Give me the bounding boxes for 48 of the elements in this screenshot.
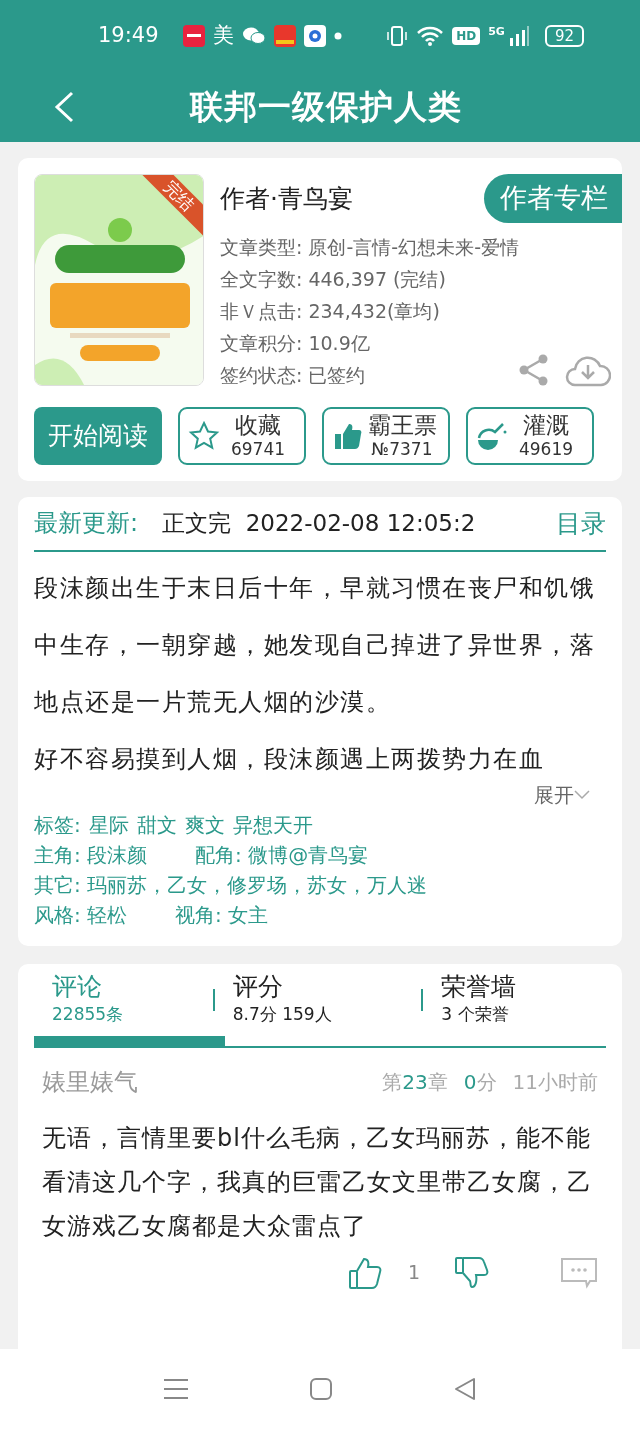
info-line: 文章类型: 原创-言情-幻想未来-爱情 (220, 234, 519, 260)
tag-link[interactable]: 异想天开 (232, 810, 313, 840)
catalog-link[interactable]: 目录 (556, 504, 606, 542)
comment-tab[interactable]: 评分 8.7分 159人 (214, 972, 424, 1028)
battery-indicator: 92 (544, 25, 584, 47)
detail-text: 风格: 轻松 (34, 902, 128, 929)
detail-text: 视角: 女主 (175, 902, 269, 929)
author-name: 作者·青鸟宴 (220, 182, 353, 215)
info-line: 签约状态: 已签约 (220, 362, 367, 388)
author-column-button[interactable]: 作者专栏 (484, 174, 622, 223)
comment-tab[interactable]: 评论 22855条 (34, 972, 215, 1028)
comment-text: 无语，言情里要bl什么毛病，乙女玛丽苏，能不能看清这几个字，我真的巨雷乙女文里带乙女腐，乙女游戏乙女腐都是大众雷点了 (42, 1122, 593, 1242)
action-count: 69741 (229, 437, 287, 460)
comment-time: 11小时前 (512, 1068, 598, 1096)
tag-link[interactable]: 星际 (88, 810, 129, 840)
status-time: 19:49 (98, 22, 159, 50)
update-value: 正文完 2022-02-08 12:05:2 (162, 509, 476, 538)
update-label: 最新更新: (34, 508, 139, 540)
info-line: 全文字数: 446,397 (完结) (220, 266, 447, 292)
hd-badge: HD (452, 27, 481, 45)
page-title: 联邦一级保护人类 (190, 86, 462, 129)
action-button[interactable]: 收藏 69741 (178, 406, 306, 465)
action-label: 灌溉 (522, 411, 570, 438)
action-count: №7371 (370, 437, 434, 460)
synopsis-text: 好不容易摸到人烟，段沫颜遇上两拨势力在血 (34, 744, 545, 775)
action-label: 霸王票 (366, 411, 438, 438)
tag-link[interactable]: 爽文 (184, 810, 225, 840)
info-line: 非Ｖ点击: 234,432(章均) (220, 298, 441, 324)
comment-username: 婊里婊气 (42, 1066, 138, 1098)
expand-button[interactable]: 展开 (534, 780, 590, 810)
synopsis-text: 段沫颜出生于末日后十年，早就习惯在丧尸和饥饿中生存，一朝穿越，她发现自己掉进了异世界，落地点还是一片荒无人烟的沙漠。 (34, 573, 596, 718)
chapter-label: 第23章 (382, 1068, 448, 1096)
tag-link[interactable]: 甜文 (136, 810, 177, 840)
tags-label: 标签: (34, 812, 81, 839)
action-button[interactable]: 霸王票 №7371 (322, 406, 450, 465)
start-reading-button[interactable]: 开始阅读 (34, 406, 162, 465)
notification-text: 美 (212, 22, 234, 50)
info-line: 文章积分: 10.9亿 (220, 330, 371, 356)
comment-tab[interactable]: 荣誉墙 3 个荣誉 (423, 972, 606, 1028)
action-label: 收藏 (234, 411, 282, 438)
detail-text: 其它: 玛丽苏，乙女，修罗场，苏女，万人迷 (34, 872, 428, 899)
detail-text: 配角: 微博@青鸟宴 (195, 842, 369, 869)
action-button[interactable]: 灌溉 49619 (466, 406, 594, 465)
action-count: 49619 (517, 437, 575, 460)
detail-text: 主角: 段沫颜 (34, 842, 148, 869)
score-label: 0分 (463, 1068, 497, 1096)
like-count: 1 (407, 1260, 420, 1286)
network-label: 5G (488, 26, 505, 37)
